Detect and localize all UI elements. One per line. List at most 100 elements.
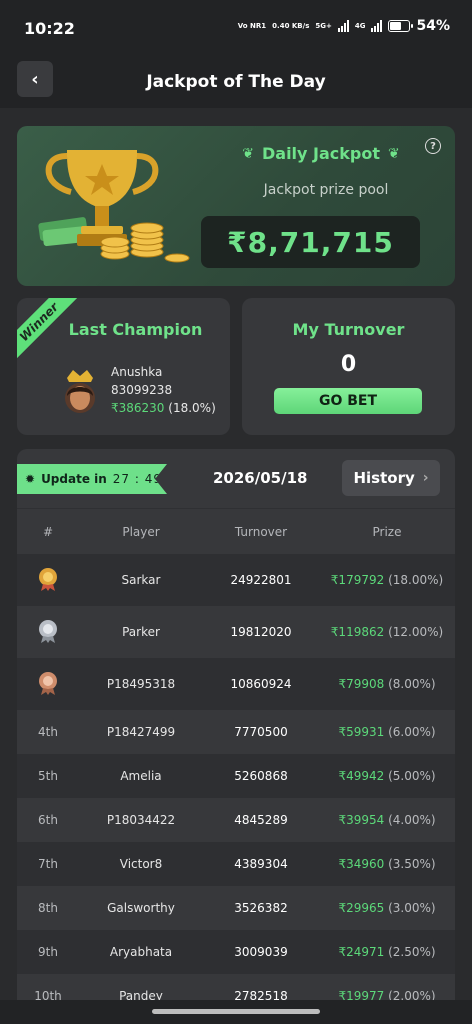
last-champion-card: Winner Last Champion Anushka 83099238 ₹3… bbox=[17, 298, 230, 435]
table-row: P18495318 10860924 ₹79908 (8.00%) bbox=[17, 658, 455, 710]
table-row: 8th Galsworthy 3526382 ₹29965 (3.00%) bbox=[17, 886, 455, 930]
prize-amount: ₹79908 bbox=[338, 677, 385, 691]
table-row: 5th Amelia 5260868 ₹49942 (5.00%) bbox=[17, 754, 455, 798]
network-type-2: 4G bbox=[354, 22, 366, 30]
table-row: 9th Aryabhata 3009039 ₹24971 (2.50%) bbox=[17, 930, 455, 974]
battery-icon bbox=[388, 20, 414, 32]
status-bar: 10:22 Vo NR1 0.40 KB/s 5G+ 4G 54% bbox=[0, 0, 472, 56]
player-turnover: 3009039 bbox=[234, 945, 288, 959]
player-name: Victor8 bbox=[119, 857, 163, 871]
status-time: 10:22 bbox=[24, 18, 75, 38]
daily-jackpot-card: ? ❦ Daily Jackpot ❦ Jackpot prize pool ₹… bbox=[17, 126, 455, 286]
carrier-label: Vo NR1 bbox=[237, 22, 267, 30]
help-icon[interactable]: ? bbox=[425, 138, 441, 154]
my-turnover-card: My Turnover 0 GO BET bbox=[242, 298, 455, 435]
signal-icon-2 bbox=[371, 20, 383, 32]
update-timer: 27 : 49 bbox=[112, 472, 163, 486]
bronze-medal-icon bbox=[39, 671, 57, 695]
player-name: P18427499 bbox=[106, 725, 176, 739]
player-turnover: 19812020 bbox=[230, 625, 292, 639]
col-rank: # bbox=[42, 524, 54, 539]
leaderboard-toolbar: ✹ Update in 27 : 49 2026/05/18 History › bbox=[17, 449, 455, 509]
jackpot-subtitle: Jackpot prize pool bbox=[263, 182, 389, 198]
prize-percent: (18.00%) bbox=[388, 573, 444, 587]
page-header: ‹ Jackpot of The Day bbox=[0, 56, 472, 108]
prize-amount: ₹119862 bbox=[330, 625, 385, 639]
player-name: Aryabhata bbox=[109, 945, 173, 959]
go-bet-button[interactable]: GO BET bbox=[274, 388, 422, 414]
prize-amount: ₹59931 bbox=[338, 725, 385, 739]
player-turnover: 4389304 bbox=[234, 857, 288, 871]
table-row: 6th P18034422 4845289 ₹39954 (4.00%) bbox=[17, 798, 455, 842]
laurel-right-icon: ❦ bbox=[388, 145, 400, 162]
table-row: Parker 19812020 ₹119862 (12.00%) bbox=[17, 606, 455, 658]
signal-icon bbox=[337, 20, 349, 32]
rank: 6th bbox=[38, 813, 58, 827]
player-prize: ₹34960 (3.50%) bbox=[319, 857, 455, 871]
player-prize: ₹29965 (3.00%) bbox=[319, 901, 455, 915]
table-row: Sarkar 24922801 ₹179792 (18.00%) bbox=[17, 554, 455, 606]
history-label: History bbox=[353, 469, 415, 487]
refresh-icon: ✹ bbox=[25, 472, 36, 486]
player-name: Amelia bbox=[120, 769, 162, 783]
table-row: 4th P18427499 7770500 ₹59931 (6.00%) bbox=[17, 710, 455, 754]
battery-percent: 54% bbox=[416, 18, 450, 34]
prize-percent: (4.00%) bbox=[388, 813, 436, 827]
col-turnover: Turnover bbox=[234, 524, 288, 539]
rank: 5th bbox=[38, 769, 58, 783]
player-turnover: 24922801 bbox=[230, 573, 292, 587]
page-title: Jackpot of The Day bbox=[146, 72, 326, 92]
player-prize: ₹119862 (12.00%) bbox=[319, 625, 455, 639]
trophy-coins-icon bbox=[38, 150, 190, 263]
update-label: Update in bbox=[41, 472, 107, 486]
history-button[interactable]: History › bbox=[342, 460, 440, 496]
rank: 8th bbox=[38, 901, 58, 915]
prize-amount: ₹24971 bbox=[338, 945, 385, 959]
rank: 9th bbox=[38, 945, 58, 959]
turnover-value: 0 bbox=[340, 352, 357, 377]
silver-medal-icon bbox=[39, 619, 57, 643]
prize-percent: (8.00%) bbox=[388, 677, 436, 691]
prize-amount: ₹179792 bbox=[330, 573, 385, 587]
prize-percent: (6.00%) bbox=[388, 725, 436, 739]
player-turnover: 5260868 bbox=[234, 769, 288, 783]
laurel-left-icon: ❦ bbox=[242, 145, 254, 162]
leaderboard: ✹ Update in 27 : 49 2026/05/18 History ›… bbox=[17, 449, 455, 1009]
chevron-right-icon: › bbox=[422, 470, 429, 486]
back-button[interactable]: ‹ bbox=[17, 61, 53, 97]
player-prize: ₹39954 (4.00%) bbox=[319, 813, 455, 827]
player-prize: ₹24971 (2.50%) bbox=[319, 945, 455, 959]
player-turnover: 7770500 bbox=[234, 725, 288, 739]
table-body: Sarkar 24922801 ₹179792 (18.00%) Parker … bbox=[17, 554, 455, 1009]
player-turnover: 4845289 bbox=[234, 813, 288, 827]
avatar bbox=[65, 370, 95, 413]
prize-amount: ₹29965 bbox=[338, 901, 385, 915]
gold-medal-icon bbox=[39, 567, 57, 591]
prize-amount: ₹49942 bbox=[338, 769, 385, 783]
champion-prize: ₹386230 bbox=[111, 401, 165, 415]
player-name: Parker bbox=[122, 625, 160, 639]
champion-id: 83099238 bbox=[111, 383, 173, 397]
jackpot-title-row: ❦ Daily Jackpot ❦ bbox=[231, 144, 411, 163]
leaderboard-date: 2026/05/18 bbox=[213, 469, 308, 487]
player-name: Sarkar bbox=[121, 573, 161, 587]
champion-title: Last Champion bbox=[68, 320, 203, 339]
jackpot-amount: ₹8,71,715 bbox=[201, 216, 420, 268]
table-header: # Player Turnover Prize bbox=[17, 509, 455, 554]
player-name: P18495318 bbox=[106, 677, 176, 691]
rank: 7th bbox=[38, 857, 58, 871]
home-indicator[interactable] bbox=[152, 1009, 320, 1014]
player-turnover: 3526382 bbox=[234, 901, 288, 915]
player-prize: ₹49942 (5.00%) bbox=[319, 769, 455, 783]
prize-percent: (2.50%) bbox=[388, 945, 436, 959]
chevron-left-icon: ‹ bbox=[31, 68, 39, 90]
champion-prize-line: ₹386230 (18.0%) bbox=[111, 399, 216, 417]
prize-percent: (3.00%) bbox=[388, 901, 436, 915]
champion-info: Anushka 83099238 ₹386230 (18.0%) bbox=[111, 363, 216, 417]
player-prize: ₹79908 (8.00%) bbox=[319, 677, 455, 691]
col-player: Player bbox=[122, 524, 160, 539]
status-icons: Vo NR1 0.40 KB/s 5G+ 4G 54% bbox=[238, 18, 450, 34]
col-prize: Prize bbox=[372, 524, 402, 539]
prize-percent: (5.00%) bbox=[388, 769, 436, 783]
network-type-1: 5G+ bbox=[315, 22, 332, 30]
